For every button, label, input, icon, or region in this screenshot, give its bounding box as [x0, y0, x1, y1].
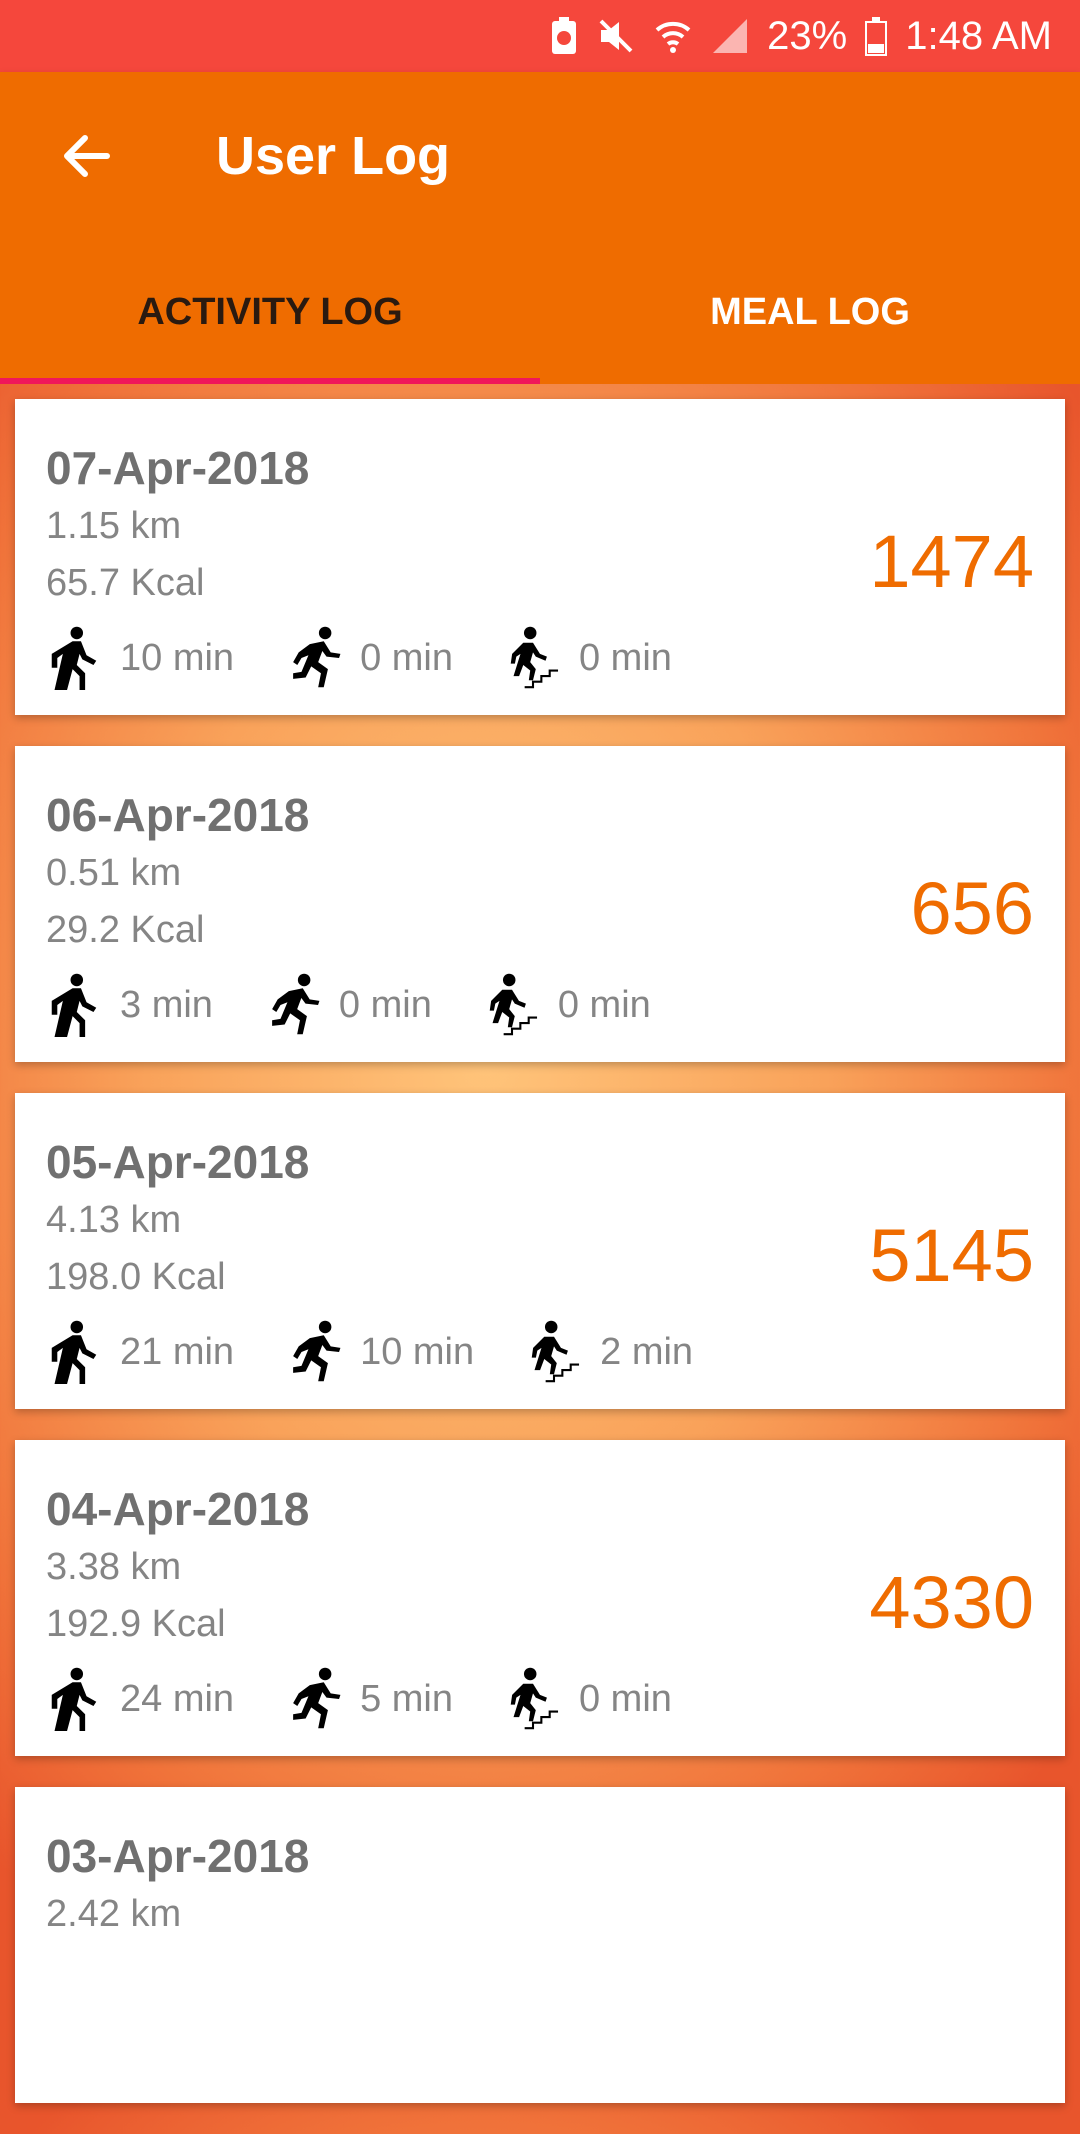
run-duration: 5 min: [286, 1667, 453, 1731]
entry-distance: 2.42 km: [46, 1893, 182, 1935]
entry-date: 07-Apr-2018: [46, 442, 310, 494]
entry-distance: 3.38 km: [46, 1546, 182, 1588]
stairs-icon: [510, 1667, 559, 1730]
run-time: 0 min: [338, 983, 432, 1026]
entry-date: 04-Apr-2018: [46, 1483, 310, 1535]
status-bar: 23% 1:48 AM: [0, 0, 1080, 72]
entry-date: 06-Apr-2018: [46, 789, 310, 841]
activity-durations: 21 min 10 min 2 min: [46, 1317, 745, 1387]
entry-steps: 5145: [869, 1214, 1034, 1297]
log-entry-card[interactable]: 05-Apr-2018 4.13 km 198.0 Kcal 5145 21 m…: [15, 1093, 1065, 1409]
walking-icon: [51, 1320, 97, 1384]
walk-duration: 24 min: [46, 1667, 234, 1731]
walk-time: 3 min: [120, 983, 213, 1026]
battery-saver-icon: [549, 16, 579, 56]
entry-calories: 192.9 Kcal: [46, 1603, 226, 1645]
signal-icon: [711, 17, 749, 55]
mute-icon: [597, 17, 635, 55]
stairs-icon: [531, 1320, 580, 1383]
stairs-icon: [510, 626, 559, 689]
back-button[interactable]: [0, 72, 170, 240]
stairs-time: 2 min: [600, 1330, 694, 1373]
stairs-time: 0 min: [578, 636, 672, 679]
running-icon: [293, 1667, 341, 1729]
activity-durations: 24 min 5 min 0 min: [46, 1664, 724, 1734]
entry-calories: 198.0 Kcal: [46, 1256, 226, 1298]
run-time: 10 min: [360, 1330, 475, 1373]
entry-distance: 1.15 km: [46, 505, 182, 547]
walking-icon: [51, 973, 97, 1037]
running-icon: [293, 1320, 341, 1382]
walk-time: 10 min: [120, 636, 235, 679]
walk-time: 24 min: [120, 1677, 235, 1720]
entry-steps: 1474: [869, 520, 1034, 603]
stairs-time: 0 min: [557, 983, 651, 1026]
page-title: User Log: [216, 126, 451, 186]
entry-steps: 4330: [869, 1561, 1034, 1644]
stairs-time: 0 min: [578, 1677, 672, 1720]
log-entry-card[interactable]: 03-Apr-2018 2.42 km: [15, 1787, 1065, 2103]
log-entry-card[interactable]: 04-Apr-2018 3.38 km 192.9 Kcal 4330 24 m…: [15, 1440, 1065, 1756]
walk-time: 21 min: [120, 1330, 235, 1373]
activity-durations: 10 min 0 min 0 min: [46, 623, 724, 693]
stairs-duration: 0 min: [505, 1667, 672, 1731]
running-icon: [293, 626, 341, 688]
stairs-duration: 0 min: [484, 973, 651, 1037]
battery-icon: [865, 16, 888, 56]
back-arrow-icon: [64, 135, 110, 177]
entry-calories: 65.7 Kcal: [46, 562, 205, 604]
run-time: 0 min: [360, 636, 453, 679]
entry-date: 05-Apr-2018: [46, 1136, 310, 1188]
run-time: 5 min: [360, 1677, 453, 1720]
walk-duration: 3 min: [46, 973, 213, 1037]
tab-bar: ACTIVITY LOG MEAL LOG: [0, 240, 1080, 384]
log-entry-card[interactable]: 07-Apr-2018 1.15 km 65.7 Kcal 1474 10 mi…: [15, 399, 1065, 715]
stairs-duration: 0 min: [505, 626, 672, 690]
run-duration: 0 min: [265, 973, 432, 1037]
wifi-icon: [653, 16, 693, 56]
walk-duration: 10 min: [46, 626, 234, 690]
stairs-duration: 2 min: [526, 1320, 693, 1384]
entry-distance: 0.51 km: [46, 852, 182, 894]
activity-durations: 3 min 0 min 0 min: [46, 970, 703, 1040]
tab-meal-log[interactable]: MEAL LOG: [540, 240, 1080, 384]
walk-duration: 21 min: [46, 1320, 234, 1384]
walking-icon: [51, 626, 97, 690]
entry-steps: 656: [910, 867, 1034, 950]
entry-date: 03-Apr-2018: [46, 1830, 310, 1882]
log-entry-card[interactable]: 06-Apr-2018 0.51 km 29.2 Kcal 656 3 min …: [15, 746, 1065, 1062]
clock: 1:48 AM: [905, 13, 1052, 58]
run-duration: 0 min: [286, 626, 453, 690]
activity-log-list: 07-Apr-2018 1.15 km 65.7 Kcal 1474 10 mi…: [15, 399, 1065, 2134]
battery-percentage: 23%: [767, 13, 848, 58]
tab-activity-log[interactable]: ACTIVITY LOG: [0, 240, 540, 384]
running-icon: [272, 973, 320, 1035]
app-bar: User Log: [0, 72, 1080, 240]
walking-icon: [51, 1667, 97, 1731]
stairs-icon: [489, 973, 537, 1036]
entry-distance: 4.13 km: [46, 1199, 182, 1241]
run-duration: 10 min: [286, 1320, 474, 1384]
entry-calories: 29.2 Kcal: [46, 909, 205, 951]
